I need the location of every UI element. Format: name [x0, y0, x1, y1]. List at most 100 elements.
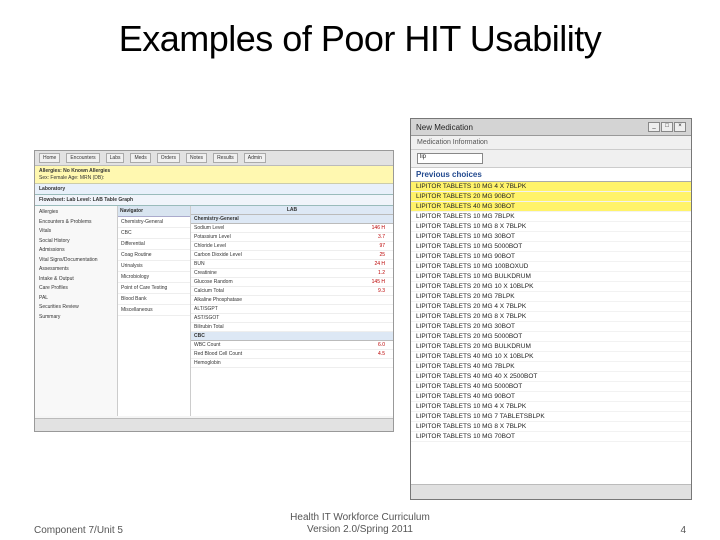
- sidebar-item[interactable]: Care Profiles: [37, 284, 115, 294]
- sidebar-item[interactable]: PAL: [37, 294, 115, 304]
- nav-item[interactable]: Microbiology: [118, 272, 190, 283]
- lab-row: Calcium Total9.3: [191, 287, 393, 296]
- medication-window: New Medication _ □ × Medication Informat…: [410, 118, 692, 500]
- medication-item[interactable]: LIPITOR TABLETS 20 MG 8 X 7BLPK: [411, 312, 691, 322]
- sidebar-item[interactable]: Assessments: [37, 265, 115, 275]
- sidebar-item[interactable]: Intake & Output: [37, 275, 115, 285]
- medication-item[interactable]: LIPITOR TABLETS 20 MG 30BOT: [411, 322, 691, 332]
- lab-row: Hemoglobin: [191, 359, 393, 368]
- nav-item[interactable]: Miscellaneous: [118, 305, 190, 316]
- maximize-icon[interactable]: □: [661, 122, 673, 132]
- ehr-screenshot: Home Encounters Labs Meds Orders Notes Results…: [34, 150, 394, 432]
- nav-item[interactable]: Differential: [118, 239, 190, 250]
- medication-item[interactable]: LIPITOR TABLETS 20 MG 10 X 10BLPK: [411, 282, 691, 292]
- patient-bar: Allergies: No Known Allergies Sex: Femal…: [35, 166, 393, 184]
- footer-right: 4: [680, 525, 686, 536]
- lab-row: AST/SGOT: [191, 314, 393, 323]
- previous-choices-header: Previous choices: [411, 168, 691, 182]
- medication-item[interactable]: LIPITOR TABLETS 10 MG 4 X 7BLPK: [411, 182, 691, 192]
- nav-item[interactable]: Blood Bank: [118, 294, 190, 305]
- lab-results: LAB Chemistry-GeneralSodium Level146 HPo…: [191, 206, 393, 416]
- ehr-tab[interactable]: Notes: [186, 153, 207, 163]
- medwin-bottombar: [411, 484, 691, 499]
- ehr-tab[interactable]: Results: [213, 153, 238, 163]
- lab-section: CBC: [191, 332, 393, 341]
- allergies-label: Allergies: No Known Allergies: [39, 168, 110, 174]
- lab-section-header: Laboratory: [35, 184, 393, 195]
- minimize-icon[interactable]: _: [648, 122, 660, 132]
- footer-center: Health IT Workforce Curriculum Version 2…: [0, 512, 720, 536]
- ehr-tabbar: Home Encounters Labs Meds Orders Notes Results…: [35, 151, 393, 166]
- sidebar-item[interactable]: Allergies: [37, 208, 115, 218]
- demographics: Sex: Female Age: MRN (DB):: [39, 175, 104, 181]
- medication-item[interactable]: LIPITOR TABLETS 20 MG 7BLPK: [411, 292, 691, 302]
- medication-item[interactable]: LIPITOR TABLETS 40 MG 7BLPK: [411, 362, 691, 372]
- close-icon[interactable]: ×: [674, 122, 686, 132]
- sidebar-item[interactable]: Vitals: [37, 227, 115, 237]
- lab-row: Bilirubin Total: [191, 323, 393, 332]
- lab-row: ALT/SGPT: [191, 305, 393, 314]
- medication-item[interactable]: LIPITOR TABLETS 10 MG 30BOT: [411, 232, 691, 242]
- medication-item[interactable]: LIPITOR TABLETS 20 MG 90BOT: [411, 192, 691, 202]
- sidebar-item[interactable]: Admissions: [37, 246, 115, 256]
- medication-item[interactable]: LIPITOR TABLETS 10 MG 100BOXUD: [411, 262, 691, 272]
- lab-row: WBC Count6.0: [191, 341, 393, 350]
- nav-item[interactable]: Coag Routine: [118, 250, 190, 261]
- medication-item[interactable]: LIPITOR TABLETS 40 MG 5000BOT: [411, 382, 691, 392]
- medication-item[interactable]: LIPITOR TABLETS 10 MG 4 X 7BLPK: [411, 402, 691, 412]
- search-input[interactable]: lip: [417, 153, 483, 164]
- nav-item[interactable]: Point of Care Testing: [118, 283, 190, 294]
- medwin-titlebar: New Medication _ □ ×: [411, 119, 691, 136]
- medication-item[interactable]: LIPITOR TABLETS 10 MG 8 X 7BLPK: [411, 422, 691, 432]
- medication-item[interactable]: LIPITOR TABLETS 20 MG BULKDRUM: [411, 342, 691, 352]
- lab-header: LAB: [191, 206, 393, 215]
- flowsheet-bar: Flowsheet: Lab Level: LAB Table Graph: [35, 195, 393, 206]
- ehr-tab[interactable]: Encounters: [66, 153, 99, 163]
- medication-item[interactable]: LIPITOR TABLETS 10 MG 5000BOT: [411, 242, 691, 252]
- lab-row: Red Blood Cell Count4.5: [191, 350, 393, 359]
- ehr-tab[interactable]: Admin: [244, 153, 266, 163]
- lab-row: BUN24 H: [191, 260, 393, 269]
- medication-item[interactable]: LIPITOR TABLETS 40 MG 30BOT: [411, 202, 691, 212]
- lab-section: Chemistry-General: [191, 215, 393, 224]
- lab-navigator: Navigator Chemistry-GeneralCBCDifferenti…: [118, 206, 191, 416]
- medication-item[interactable]: LIPITOR TABLETS 20 MG 4 X 7BLPK: [411, 302, 691, 312]
- ehr-statusbar: [35, 418, 393, 431]
- lab-row: Chloride Level97: [191, 242, 393, 251]
- ehr-tab[interactable]: Orders: [157, 153, 180, 163]
- lab-row: Sodium Level146 H: [191, 224, 393, 233]
- medication-list: LIPITOR TABLETS 10 MG 4 X 7BLPKLIPITOR T…: [411, 182, 691, 484]
- medication-item[interactable]: LIPITOR TABLETS 40 MG 90BOT: [411, 392, 691, 402]
- lab-row: Potassium Level3.7: [191, 233, 393, 242]
- medication-item[interactable]: LIPITOR TABLETS 10 MG 90BOT: [411, 252, 691, 262]
- medication-item[interactable]: LIPITOR TABLETS 10 MG 70BOT: [411, 432, 691, 442]
- nav-item[interactable]: CBC: [118, 228, 190, 239]
- sidebar-item[interactable]: Social History: [37, 237, 115, 247]
- sidebar-item[interactable]: Securities Review: [37, 303, 115, 313]
- navigator-header: Navigator: [118, 206, 190, 217]
- ehr-tab[interactable]: Home: [39, 153, 60, 163]
- slide: Examples of Poor HIT Usability Home Encou…: [0, 18, 720, 540]
- lab-row: Creatinine1.2: [191, 269, 393, 278]
- medication-item[interactable]: LIPITOR TABLETS 10 MG 7BLPK: [411, 212, 691, 222]
- medwin-subheader: Medication Information: [411, 136, 691, 150]
- medication-item[interactable]: LIPITOR TABLETS 20 MG 5000BOT: [411, 332, 691, 342]
- nav-item[interactable]: Urinalysis: [118, 261, 190, 272]
- sidebar-item[interactable]: Encounters & Problems: [37, 218, 115, 228]
- ehr-tab[interactable]: Meds: [130, 153, 150, 163]
- lab-row: Alkaline Phosphatase: [191, 296, 393, 305]
- sidebar-item[interactable]: Summary: [37, 313, 115, 323]
- medication-item[interactable]: LIPITOR TABLETS 10 MG 7 TABLETSBLPK: [411, 412, 691, 422]
- medication-item[interactable]: LIPITOR TABLETS 40 MG 10 X 10BLPK: [411, 352, 691, 362]
- sidebar-item[interactable]: Vital Signs/Documentation: [37, 256, 115, 266]
- medwin-title: New Medication: [416, 123, 473, 132]
- medwin-searchrow: lip: [411, 150, 691, 168]
- lab-row: Carbon Dioxide Level25: [191, 251, 393, 260]
- medication-item[interactable]: LIPITOR TABLETS 10 MG BULKDRUM: [411, 272, 691, 282]
- ehr-tab[interactable]: Labs: [106, 153, 125, 163]
- slide-title: Examples of Poor HIT Usability: [0, 18, 720, 60]
- ehr-sidebar: AllergiesEncounters & ProblemsVitalsSoci…: [35, 206, 118, 416]
- medication-item[interactable]: LIPITOR TABLETS 10 MG 8 X 7BLPK: [411, 222, 691, 232]
- medication-item[interactable]: LIPITOR TABLETS 40 MG 40 X 2500BOT: [411, 372, 691, 382]
- nav-item[interactable]: Chemistry-General: [118, 217, 190, 228]
